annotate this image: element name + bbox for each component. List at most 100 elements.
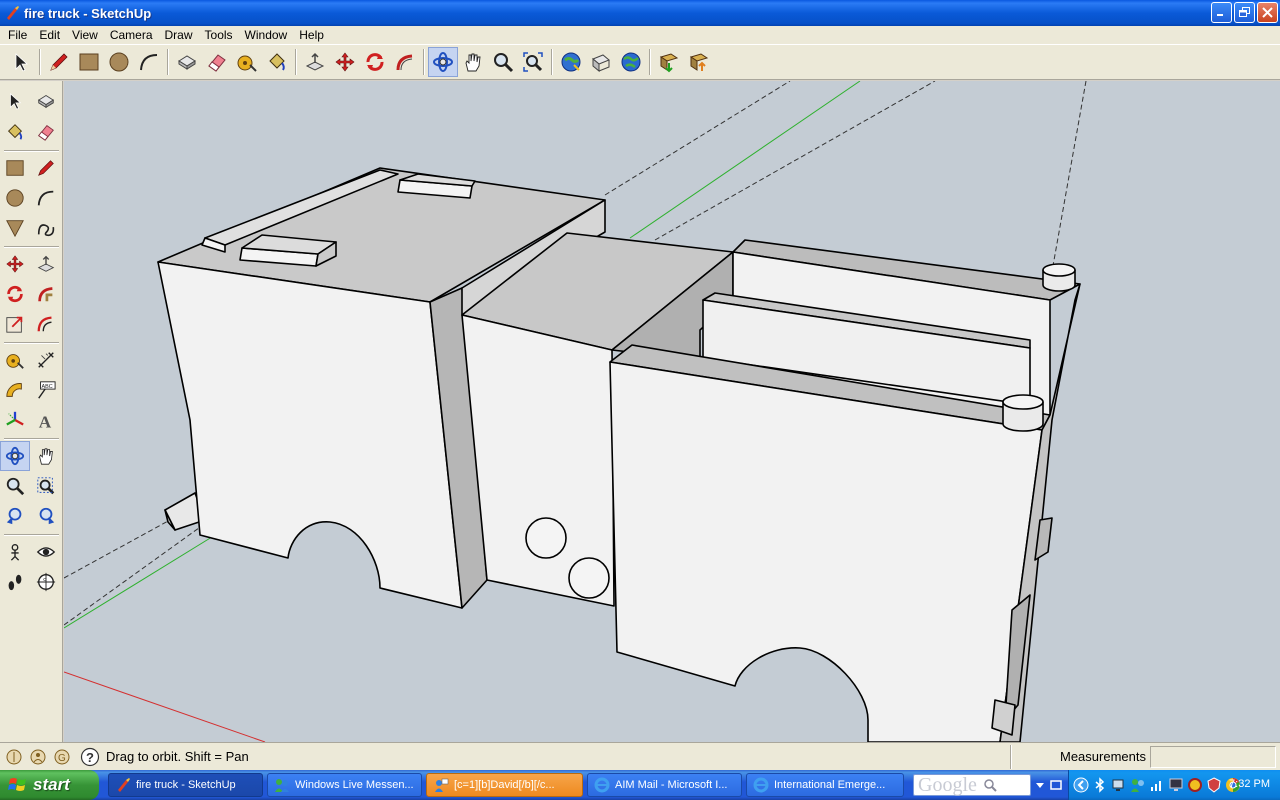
left-toolbar: ABC A C <box>0 81 63 742</box>
left-pan-button[interactable] <box>31 441 61 471</box>
left-position-camera-button[interactable] <box>0 537 30 567</box>
make-component-tool-button[interactable] <box>172 47 202 77</box>
window-title: fire truck - SketchUp <box>24 5 152 21</box>
left-zoom-button[interactable] <box>0 471 30 501</box>
rotate-tool-button[interactable] <box>360 47 390 77</box>
left-zoom-window-button[interactable] <box>31 471 61 501</box>
circle-tool-button[interactable] <box>104 47 134 77</box>
left-rectangle-button[interactable] <box>0 153 30 183</box>
menu-camera[interactable]: Camera <box>104 26 159 44</box>
left-polygon-button[interactable] <box>0 213 30 243</box>
follow-me-tool-button[interactable] <box>390 47 420 77</box>
instructor-help-button[interactable]: ? <box>80 747 100 767</box>
menu-window[interactable]: Window <box>239 26 294 44</box>
pencil-tool-button[interactable] <box>44 47 74 77</box>
taskbar-item-sketchup[interactable]: fire truck - SketchUp <box>108 773 263 797</box>
zoom-tool-button[interactable] <box>488 47 518 77</box>
menu-view[interactable]: View <box>66 26 104 44</box>
left-tape-measure-button[interactable] <box>0 345 30 375</box>
left-rotate-button[interactable] <box>0 279 30 309</box>
signal-strength-icon[interactable] <box>1149 777 1165 793</box>
menu-edit[interactable]: Edit <box>33 26 66 44</box>
taskbar-clock: 7:32 PM <box>1229 778 1270 790</box>
left-walk-button[interactable] <box>0 567 30 597</box>
left-push-pull-button[interactable] <box>31 249 61 279</box>
rectangle-tool-button[interactable] <box>74 47 104 77</box>
left-line-button[interactable] <box>31 153 61 183</box>
menu-file[interactable]: File <box>2 26 33 44</box>
pan-tool-button[interactable] <box>458 47 488 77</box>
left-make-component-button[interactable] <box>31 86 61 116</box>
toggle-terrain-button[interactable] <box>684 47 714 77</box>
google-search-dropdown-icon[interactable] <box>1035 780 1045 790</box>
tray-expand-icon[interactable] <box>1073 777 1089 793</box>
eraser-tool-button[interactable] <box>202 47 232 77</box>
menu-help[interactable]: Help <box>293 26 330 44</box>
security-shield-icon[interactable] <box>1206 777 1222 793</box>
follow-me-icon <box>396 54 413 71</box>
push-pull-tool-button[interactable] <box>300 47 330 77</box>
left-dimension-button[interactable] <box>31 345 61 375</box>
left-section-plane-button[interactable]: C <box>31 567 61 597</box>
left-3d-text-button[interactable]: A <box>31 405 61 435</box>
share-model-button[interactable] <box>586 47 616 77</box>
zoom-extents-tool-button[interactable] <box>518 47 548 77</box>
left-circle-button[interactable] <box>0 183 30 213</box>
left-select-button[interactable] <box>0 86 30 116</box>
modeling-viewport[interactable] <box>64 81 1280 742</box>
left-text-button[interactable]: ABC <box>31 375 61 405</box>
orbit-tool-button[interactable] <box>428 47 458 77</box>
geo-location-status[interactable] <box>4 747 24 767</box>
network-icon[interactable] <box>1111 777 1127 793</box>
menu-tools[interactable]: Tools <box>199 26 239 44</box>
left-orbit-button[interactable] <box>0 441 30 471</box>
tape-measure-tool-button[interactable] <box>232 47 262 77</box>
left-offset-button[interactable] <box>31 309 61 339</box>
messenger-tray-icon[interactable] <box>1130 777 1146 793</box>
left-paint-bucket-button[interactable] <box>0 117 30 147</box>
left-move-button[interactable] <box>0 249 30 279</box>
left-arc-button[interactable] <box>31 183 61 213</box>
rear-step <box>991 699 1016 736</box>
left-protractor-button[interactable] <box>0 375 30 405</box>
left-scale-button[interactable] <box>0 309 30 339</box>
minimize-button[interactable] <box>1211 2 1232 23</box>
pencil-icon <box>50 53 68 71</box>
taskbar-item-messenger[interactable]: Windows Live Messen... <box>267 773 422 797</box>
display-settings-icon[interactable] <box>1168 777 1184 793</box>
arc-tool-button[interactable] <box>134 47 164 77</box>
text-icon: ABC <box>38 381 56 399</box>
left-previous-view-button[interactable] <box>0 501 30 531</box>
credits-status[interactable] <box>28 747 48 767</box>
select-tool-button[interactable] <box>6 47 36 77</box>
desktop-icon[interactable] <box>1050 779 1062 791</box>
taskbar-item-chat[interactable]: [c=1][b]David[/b][/c... <box>426 773 583 797</box>
start-button[interactable]: start <box>0 770 99 800</box>
bluetooth-icon[interactable] <box>1092 777 1108 793</box>
antivirus-icon[interactable] <box>1187 777 1203 793</box>
left-freehand-button[interactable] <box>31 213 61 243</box>
close-button[interactable] <box>1257 2 1278 23</box>
left-axes-button[interactable] <box>0 405 30 435</box>
google-search-box[interactable]: Google <box>913 774 1031 796</box>
taskbar-item-label: fire truck - SketchUp <box>136 779 236 791</box>
credits-icon <box>30 749 46 764</box>
zoom-extents-icon <box>523 52 543 72</box>
taskbar-item-aim-mail[interactable]: AIM Mail - Microsoft I... <box>587 773 742 797</box>
measurements-input[interactable] <box>1150 746 1276 768</box>
google-signin-status[interactable]: G <box>52 747 72 767</box>
menu-draw[interactable]: Draw <box>159 26 199 44</box>
taskbar-item-browser[interactable]: International Emerge... <box>746 773 904 797</box>
left-eraser-button[interactable] <box>31 117 61 147</box>
move-tool-button[interactable] <box>330 47 360 77</box>
google-earth-button[interactable] <box>616 47 646 77</box>
left-next-view-button[interactable] <box>31 501 61 531</box>
offset-icon <box>37 316 52 332</box>
left-look-around-button[interactable] <box>31 537 61 567</box>
search-icon <box>984 779 997 792</box>
get-current-view-button[interactable] <box>654 47 684 77</box>
paint-bucket-tool-button[interactable] <box>262 47 292 77</box>
get-models-button[interactable] <box>556 47 586 77</box>
left-follow-me-button[interactable] <box>31 279 61 309</box>
restore-button[interactable] <box>1234 2 1255 23</box>
